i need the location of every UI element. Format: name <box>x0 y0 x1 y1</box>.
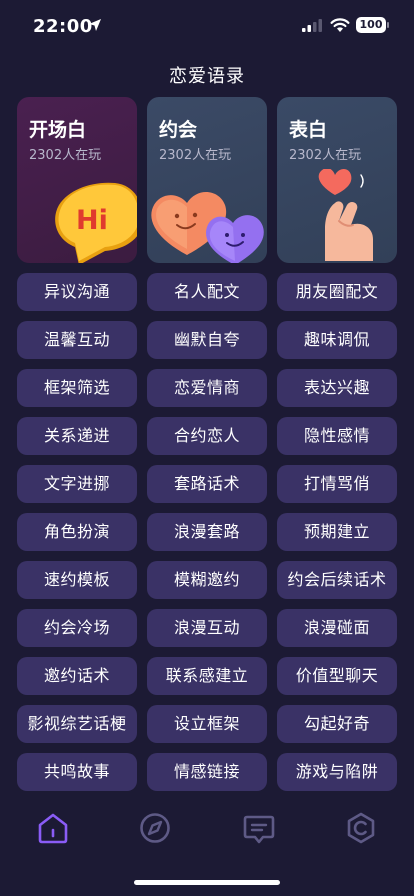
phrase-category-button[interactable]: 预期建立 <box>277 513 397 551</box>
card-title: 开场白 <box>29 119 87 141</box>
hi-art-text: Hi <box>76 205 108 236</box>
location-arrow-icon <box>89 19 101 31</box>
cellular-signal-icon <box>302 19 322 32</box>
home-indicator <box>134 880 280 885</box>
phrase-category-button[interactable]: 隐性感情 <box>277 417 397 455</box>
hi-speech-bubble-icon: Hi <box>55 182 137 263</box>
phrase-category-button[interactable]: 关系递进 <box>17 417 137 455</box>
phrase-category-button[interactable]: 勾起好奇 <box>277 705 397 743</box>
battery-icon: 100 <box>356 17 386 33</box>
wifi-icon <box>330 18 350 32</box>
phrase-category-button[interactable]: 浪漫碰面 <box>277 609 397 647</box>
battery-tip <box>387 22 389 28</box>
phrase-category-button[interactable]: 影视综艺话梗 <box>17 705 137 743</box>
phrase-category-button[interactable]: 联系感建立 <box>147 657 267 695</box>
phrase-category-grid: 异议沟通 名人配文 朋友圈配文温馨互动 幽默自夸 趣味调侃框架筛选 恋爱情商 表达兴趣关系递… <box>0 273 414 803</box>
phrase-category-button[interactable]: 游戏与陷阱 <box>277 753 397 791</box>
finger-heart-icon <box>318 169 373 261</box>
phrase-category-button[interactable]: 朋友圈配文 <box>277 273 397 311</box>
phrase-category-button[interactable]: 幽默自夸 <box>147 321 267 359</box>
phrase-category-button[interactable]: 异议沟通 <box>17 273 137 311</box>
phrase-category-button[interactable]: 恋爱情商 <box>147 369 267 407</box>
phrase-category-button[interactable]: 约会后续话术 <box>277 561 397 599</box>
feature-card-date[interactable]: 约会 2302人在玩 <box>147 97 267 263</box>
card-title: 约会 <box>159 119 198 141</box>
phrase-category-button[interactable]: 文字进挪 <box>17 465 137 503</box>
status-time: 22:00 <box>33 16 93 37</box>
phrase-category-button[interactable]: 角色扮演 <box>17 513 137 551</box>
card-player-count: 2302人在玩 <box>29 148 102 163</box>
phrase-category-button[interactable]: 浪漫套路 <box>147 513 267 551</box>
phrase-category-button[interactable]: 表达兴趣 <box>277 369 397 407</box>
profile-icon[interactable] <box>343 810 379 846</box>
phrase-category-button[interactable]: 速约模板 <box>17 561 137 599</box>
phrase-category-button[interactable]: 趣味调侃 <box>277 321 397 359</box>
message-icon[interactable] <box>241 810 277 846</box>
phrase-category-button[interactable]: 约会冷场 <box>17 609 137 647</box>
phrase-category-button[interactable]: 价值型聊天 <box>277 657 397 695</box>
phrase-category-button[interactable]: 合约恋人 <box>147 417 267 455</box>
phrase-category-button[interactable]: 打情骂俏 <box>277 465 397 503</box>
phrase-category-button[interactable]: 情感链接 <box>147 753 267 791</box>
phrase-category-button[interactable]: 温馨互动 <box>17 321 137 359</box>
phrase-category-button[interactable]: 共鸣故事 <box>17 753 137 791</box>
compass-icon[interactable] <box>137 810 173 846</box>
home-icon[interactable] <box>35 810 71 846</box>
phrase-category-button[interactable]: 套路话术 <box>147 465 267 503</box>
status-bar: 22:00 100 <box>0 0 414 56</box>
phrase-category-button[interactable]: 设立框架 <box>147 705 267 743</box>
feature-card-opening[interactable]: 开场白 2302人在玩 Hi <box>17 97 137 263</box>
phrase-category-button[interactable]: 浪漫互动 <box>147 609 267 647</box>
card-player-count: 2302人在玩 <box>289 148 362 163</box>
phrase-category-button[interactable]: 框架筛选 <box>17 369 137 407</box>
smiling-hearts-icon <box>151 191 264 263</box>
phrase-category-button[interactable]: 邀约话术 <box>17 657 137 695</box>
page-title: 恋爱语录 <box>169 66 245 87</box>
card-title: 表白 <box>289 119 328 141</box>
phrase-category-button[interactable]: 模糊邀约 <box>147 561 267 599</box>
phrase-category-button[interactable]: 名人配文 <box>147 273 267 311</box>
card-player-count: 2302人在玩 <box>159 148 232 163</box>
feature-card-confess[interactable]: 表白 2302人在玩 <box>277 97 397 263</box>
